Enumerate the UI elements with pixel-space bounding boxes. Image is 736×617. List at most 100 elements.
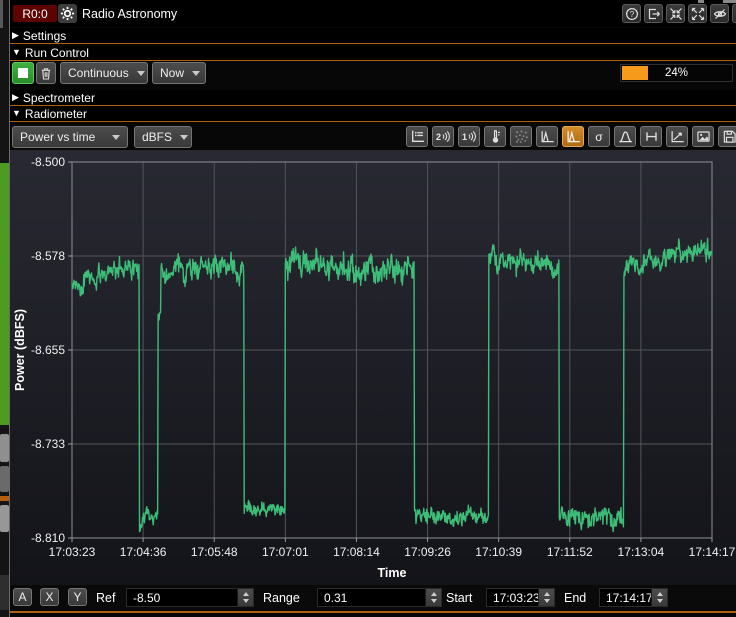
distribution-active-button[interactable]: [562, 126, 584, 147]
run-mode-value: Continuous: [68, 66, 129, 80]
spinner-buttons[interactable]: [237, 589, 253, 606]
background-fragment: [0, 466, 9, 492]
ref-spinbox[interactable]: [126, 588, 254, 607]
next-section-accent: [10, 611, 736, 613]
shrink-button[interactable]: [666, 4, 685, 23]
stop-button[interactable]: [12, 62, 34, 84]
svg-text:17:04:36: 17:04:36: [120, 545, 167, 559]
start-label: Start: [446, 591, 473, 605]
clear-measurements-button[interactable]: [36, 62, 56, 84]
help-icon: ?: [625, 7, 638, 20]
section-label: Settings: [22, 28, 67, 43]
calibrate-hot-button[interactable]: 2: [432, 126, 454, 147]
start-spinbox[interactable]: [486, 588, 555, 607]
svg-text:17:10:39: 17:10:39: [475, 545, 522, 559]
spin-down-icon[interactable]: [430, 599, 437, 603]
chevron-down-icon: [112, 134, 120, 140]
chevron-down-icon: [192, 70, 201, 76]
sigma-button[interactable]: σ: [588, 126, 610, 147]
run-mode-dropdown[interactable]: Continuous: [60, 62, 148, 84]
save-data-button[interactable]: [718, 126, 736, 147]
svg-text:Time: Time: [378, 566, 407, 580]
section-label: Run Control: [24, 45, 89, 60]
temperature-button[interactable]: [484, 126, 506, 147]
spin-up-icon[interactable]: [656, 592, 663, 596]
range-input[interactable]: [318, 589, 426, 606]
end-spinbox[interactable]: [599, 588, 668, 607]
svg-text:17:13:04: 17:13:04: [618, 545, 665, 559]
svg-text:-8.733: -8.733: [31, 437, 65, 451]
maximize-button[interactable]: [688, 4, 707, 23]
spinner-buttons[interactable]: [538, 589, 554, 606]
spinner-buttons[interactable]: [425, 589, 441, 606]
axis-control-bar: A X Y Ref Range Start End: [10, 585, 736, 611]
spin-up-icon[interactable]: [242, 592, 249, 596]
section-settings[interactable]: ▶ Settings: [10, 28, 736, 44]
start-time-dropdown[interactable]: Now: [152, 62, 206, 84]
svg-text:17:08:14: 17:08:14: [333, 545, 380, 559]
background-fragment: [0, 505, 9, 532]
background-fragment: [0, 434, 9, 462]
radiometer-toolbar: 2 1 σ: [406, 126, 736, 147]
section-run-control[interactable]: ▼ Run Control: [10, 45, 736, 61]
hide-button[interactable]: [710, 4, 729, 23]
image-icon: [696, 131, 710, 142]
save-icon: [723, 130, 736, 143]
eye-slash-icon: [713, 8, 726, 19]
gaussian-curve-icon: [618, 131, 632, 143]
spin-down-icon[interactable]: [656, 599, 663, 603]
peak-width-button[interactable]: [640, 126, 662, 147]
settings-gear-button[interactable]: [58, 4, 77, 23]
svg-text:17:14:17: 17:14:17: [689, 545, 736, 559]
shrink-icon: [669, 7, 682, 20]
start-input[interactable]: [487, 589, 539, 606]
help-button[interactable]: ?: [622, 4, 641, 23]
chart-legend-button[interactable]: [406, 126, 428, 147]
svg-text:-8.810: -8.810: [31, 531, 65, 545]
range-spinbox[interactable]: [317, 588, 442, 607]
calibrate-hot-label: 2: [435, 131, 441, 142]
gaussian-fit-button[interactable]: [614, 126, 636, 147]
svg-text:-8.500: -8.500: [31, 155, 65, 169]
scatter-points-button[interactable]: [510, 126, 532, 147]
chart-legend-icon: [411, 130, 424, 142]
svg-text:?: ?: [629, 9, 634, 18]
svg-text:Power (dBFS): Power (dBFS): [13, 309, 27, 391]
close-button[interactable]: [732, 4, 736, 23]
autoscale-all-button[interactable]: A: [13, 588, 32, 606]
spin-up-icon[interactable]: [430, 592, 437, 596]
spin-up-icon[interactable]: [543, 592, 550, 596]
background-fragment: [698, 0, 704, 3]
sound-waves-icon: [468, 131, 476, 142]
section-label: Radiometer: [24, 106, 87, 121]
autoscale-x-button[interactable]: X: [40, 588, 59, 606]
display-mode-dropdown[interactable]: Power vs time: [12, 126, 128, 148]
units-value: dBFS: [142, 130, 173, 144]
trash-icon: [41, 67, 51, 80]
distribution-button[interactable]: [536, 126, 558, 147]
autoscale-y-button[interactable]: Y: [68, 588, 87, 606]
trend-marker-button[interactable]: [666, 126, 688, 147]
ref-input[interactable]: [127, 589, 238, 606]
collapsed-arrow-icon: ▶: [12, 92, 19, 102]
sigma-label: σ: [595, 129, 603, 144]
units-dropdown[interactable]: dBFS: [134, 126, 192, 148]
end-label: End: [564, 591, 587, 605]
width-marker-icon: [645, 132, 657, 141]
section-radiometer[interactable]: ▼ Radiometer: [10, 106, 736, 122]
calibrate-cold-button[interactable]: 1: [458, 126, 480, 147]
trend-arrow-icon: [671, 131, 684, 143]
power-vs-time-chart[interactable]: 17:03:23 17:04:36 17:05:48 17:07:01 17:08:14…: [10, 150, 736, 585]
spin-down-icon[interactable]: [543, 599, 550, 603]
svg-text:17:11:52: 17:11:52: [547, 545, 593, 559]
section-spectrometer[interactable]: ▶ Spectrometer: [10, 90, 736, 106]
save-image-button[interactable]: [692, 126, 714, 147]
sweep-progress-bar: 24%: [620, 64, 733, 82]
chevron-down-icon: [180, 134, 189, 140]
collapsed-arrow-icon: ▶: [12, 30, 19, 40]
spinner-buttons[interactable]: [651, 589, 667, 606]
end-input[interactable]: [600, 589, 652, 606]
undock-button[interactable]: [644, 4, 663, 23]
maximize-icon: [691, 7, 704, 20]
spin-down-icon[interactable]: [242, 599, 249, 603]
